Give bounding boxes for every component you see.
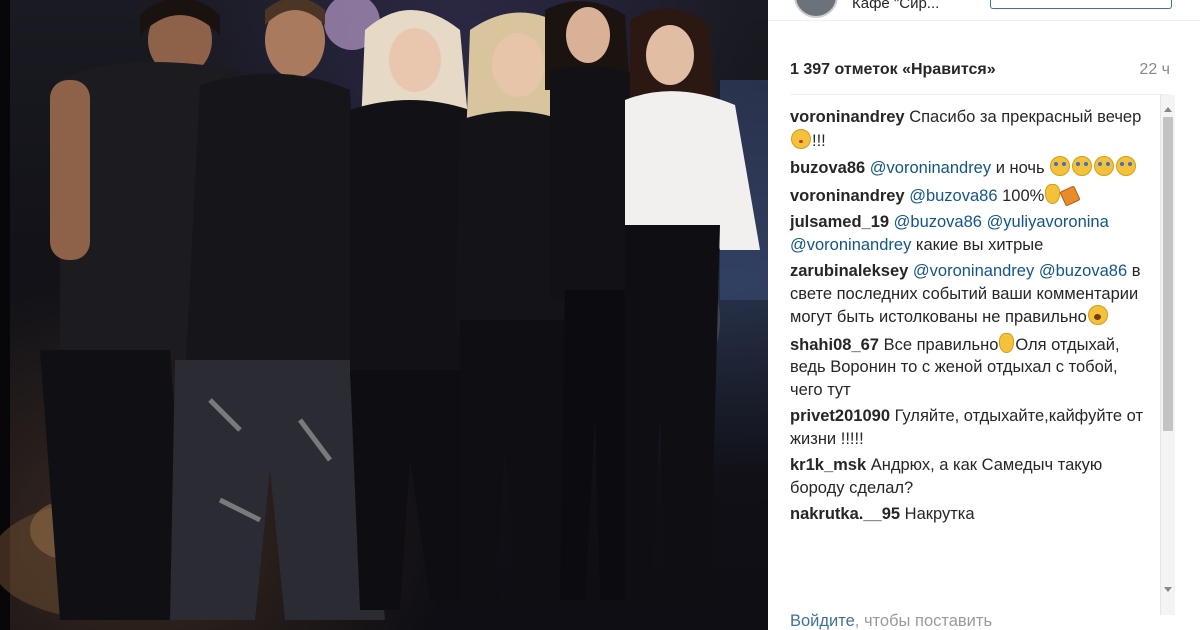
comment-item: buzova86 @voroninandrey и ночь [790, 156, 1150, 180]
profile-avatar[interactable] [794, 0, 838, 18]
comment-mention[interactable]: @voroninandrey [790, 236, 911, 254]
face-tears-of-joy-icon [1116, 156, 1137, 176]
scroll-down-arrow-icon[interactable] [1164, 587, 1172, 592]
instagram-post-view: Кафе "Сир... 1 397 отметок «Нравится» 22… [0, 0, 1200, 630]
comments-panel: Кафе "Сир... 1 397 отметок «Нравится» 22… [768, 0, 1200, 630]
login-link[interactable]: Войдите [790, 612, 855, 630]
comment-item: julsamed_19 @buzova86 @yuliyavoronina @v… [790, 211, 1150, 256]
scroll-up-arrow-icon[interactable] [1164, 107, 1172, 112]
comment-username[interactable]: kr1k_msk [790, 456, 866, 474]
comment-item: nakrutka.__95 Накрутка [790, 503, 1150, 526]
party-popper-icon [1059, 184, 1081, 207]
ok-hand-icon [999, 332, 1015, 353]
login-prompt-text: , чтобы поставить [854, 612, 993, 630]
comment-mention[interactable]: @voroninandrey [913, 262, 1034, 280]
face-tears-of-joy-icon [1072, 156, 1093, 176]
comment-item: voroninandrey @buzova86 100% [790, 183, 1150, 208]
comment-username[interactable]: voroninandrey [790, 108, 905, 126]
follow-button[interactable] [990, 0, 1172, 9]
comment-username[interactable]: julsamed_19 [790, 213, 889, 231]
comment-username[interactable]: nakrutka.__95 [790, 505, 900, 523]
comment-text: и ночь [991, 159, 1050, 177]
comment-mention[interactable]: @buzova86 [909, 187, 997, 205]
comment-item: zarubinaleksey @voroninandrey @buzova86 … [790, 260, 1150, 329]
comment-item: privet201090 Гуляйте, отдыхайте,кайфуйте… [790, 405, 1150, 450]
comment-text: 100% [997, 186, 1045, 205]
comment-item: kr1k_msk Андрюх, а как Самедыч такую бор… [790, 454, 1150, 499]
post-time-ago[interactable]: 22 ч [1139, 61, 1170, 79]
post-photo[interactable] [0, 0, 768, 630]
face-tears-of-joy-icon [1050, 156, 1071, 176]
likes-count[interactable]: 1 397 отметок «Нравится» [790, 61, 1170, 79]
login-prompt: Войдите, чтобы поставить [790, 612, 992, 630]
comment-username[interactable]: voroninandrey [790, 187, 905, 205]
comment-mention[interactable]: @buzova86 [1039, 262, 1127, 280]
comment-text: Спасибо за прекрасный вечер [909, 108, 1142, 126]
ok-hand-icon [1045, 183, 1061, 204]
comment-username[interactable]: privet201090 [790, 407, 890, 425]
comment-username[interactable]: zarubinaleksey [790, 262, 908, 280]
comment-mention[interactable]: @voroninandrey [870, 159, 991, 177]
comments-list: voroninandrey Спасибо за прекрасный вече… [790, 106, 1150, 530]
comment-mention[interactable]: @yuliyavoronina [987, 213, 1109, 231]
post-location[interactable]: Кафе "Сир... [852, 0, 939, 12]
face-blowing-kiss-icon [791, 128, 811, 149]
likes-divider [790, 94, 1170, 95]
comment-text: Накрутка [904, 505, 975, 523]
comment-mention[interactable]: @buzova86 [894, 213, 982, 231]
face-screaming-icon [1087, 305, 1108, 325]
post-header: Кафе "Сир... [768, 0, 1200, 21]
comment-username[interactable]: buzova86 [790, 159, 865, 177]
comment-text: какие вы хитрые [911, 235, 1044, 254]
scrollbar-thumb[interactable] [1163, 117, 1173, 431]
comment-username[interactable]: shahi08_67 [790, 336, 879, 354]
comments-scrollbar[interactable] [1160, 95, 1175, 615]
face-tears-of-joy-icon [1094, 156, 1115, 176]
comment-text: Все правильно [883, 335, 999, 354]
group-photo-illustration [0, 0, 768, 620]
comment-text: !!! [812, 131, 826, 150]
comment-item: shahi08_67 Все правильно Оля отдыхай, вед… [790, 332, 1150, 402]
comment-item: voroninandrey Спасибо за прекрасный вече… [790, 106, 1150, 152]
